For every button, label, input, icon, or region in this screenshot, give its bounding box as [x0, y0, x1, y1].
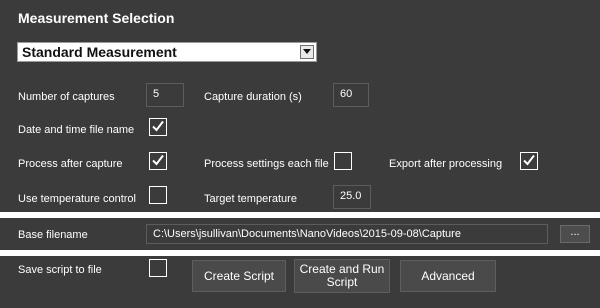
base-filename-input[interactable]: C:\Users\jsullivan\Documents\NanoVideos\… — [146, 224, 548, 244]
browse-button[interactable]: ... — [560, 225, 590, 243]
capture-duration-label: Capture duration (s) — [204, 91, 302, 103]
base-filename-label: Base filename — [18, 229, 88, 241]
checkmark-icon — [523, 154, 535, 166]
num-captures-input[interactable]: 5 — [146, 83, 184, 107]
process-each-file-label: Process settings each file — [204, 158, 329, 170]
file-panel: Base filename C:\Users\jsullivan\Documen… — [0, 218, 600, 250]
checkmark-icon — [152, 120, 164, 132]
process-each-file-checkbox[interactable] — [334, 152, 352, 170]
date-time-filename-label: Date and time file name — [18, 124, 135, 136]
capture-duration-input[interactable]: 60 — [333, 83, 369, 107]
use-temp-control-label: Use temperature control — [18, 193, 136, 205]
target-temp-input[interactable]: 25.0 — [333, 185, 371, 209]
num-captures-label: Number of captures — [18, 91, 115, 103]
checkmark-icon — [152, 154, 164, 166]
save-script-label: Save script to file — [18, 264, 102, 276]
advanced-button[interactable]: Advanced — [400, 260, 496, 292]
chevron-down-icon — [303, 49, 311, 54]
script-panel: Save script to file Create Script Create… — [0, 256, 600, 308]
target-temp-label: Target temperature — [204, 193, 297, 205]
process-after-capture-checkbox[interactable] — [149, 152, 167, 170]
measurement-type-select[interactable]: Standard Measurement — [17, 42, 317, 62]
export-after-processing-checkbox[interactable] — [520, 152, 538, 170]
section-title: Measurement Selection — [18, 10, 175, 26]
use-temp-control-checkbox[interactable] — [149, 186, 167, 204]
export-after-processing-label: Export after processing — [389, 158, 503, 170]
create-run-script-button[interactable]: Create and Run Script — [294, 259, 390, 293]
dropdown-button[interactable] — [300, 45, 314, 59]
create-script-button[interactable]: Create Script — [192, 260, 286, 292]
process-after-capture-label: Process after capture — [18, 158, 123, 170]
date-time-filename-checkbox[interactable] — [149, 118, 167, 136]
measurement-type-value: Standard Measurement — [22, 44, 177, 60]
measurement-panel: Measurement Selection Standard Measureme… — [0, 0, 600, 212]
save-script-checkbox[interactable] — [149, 259, 167, 277]
